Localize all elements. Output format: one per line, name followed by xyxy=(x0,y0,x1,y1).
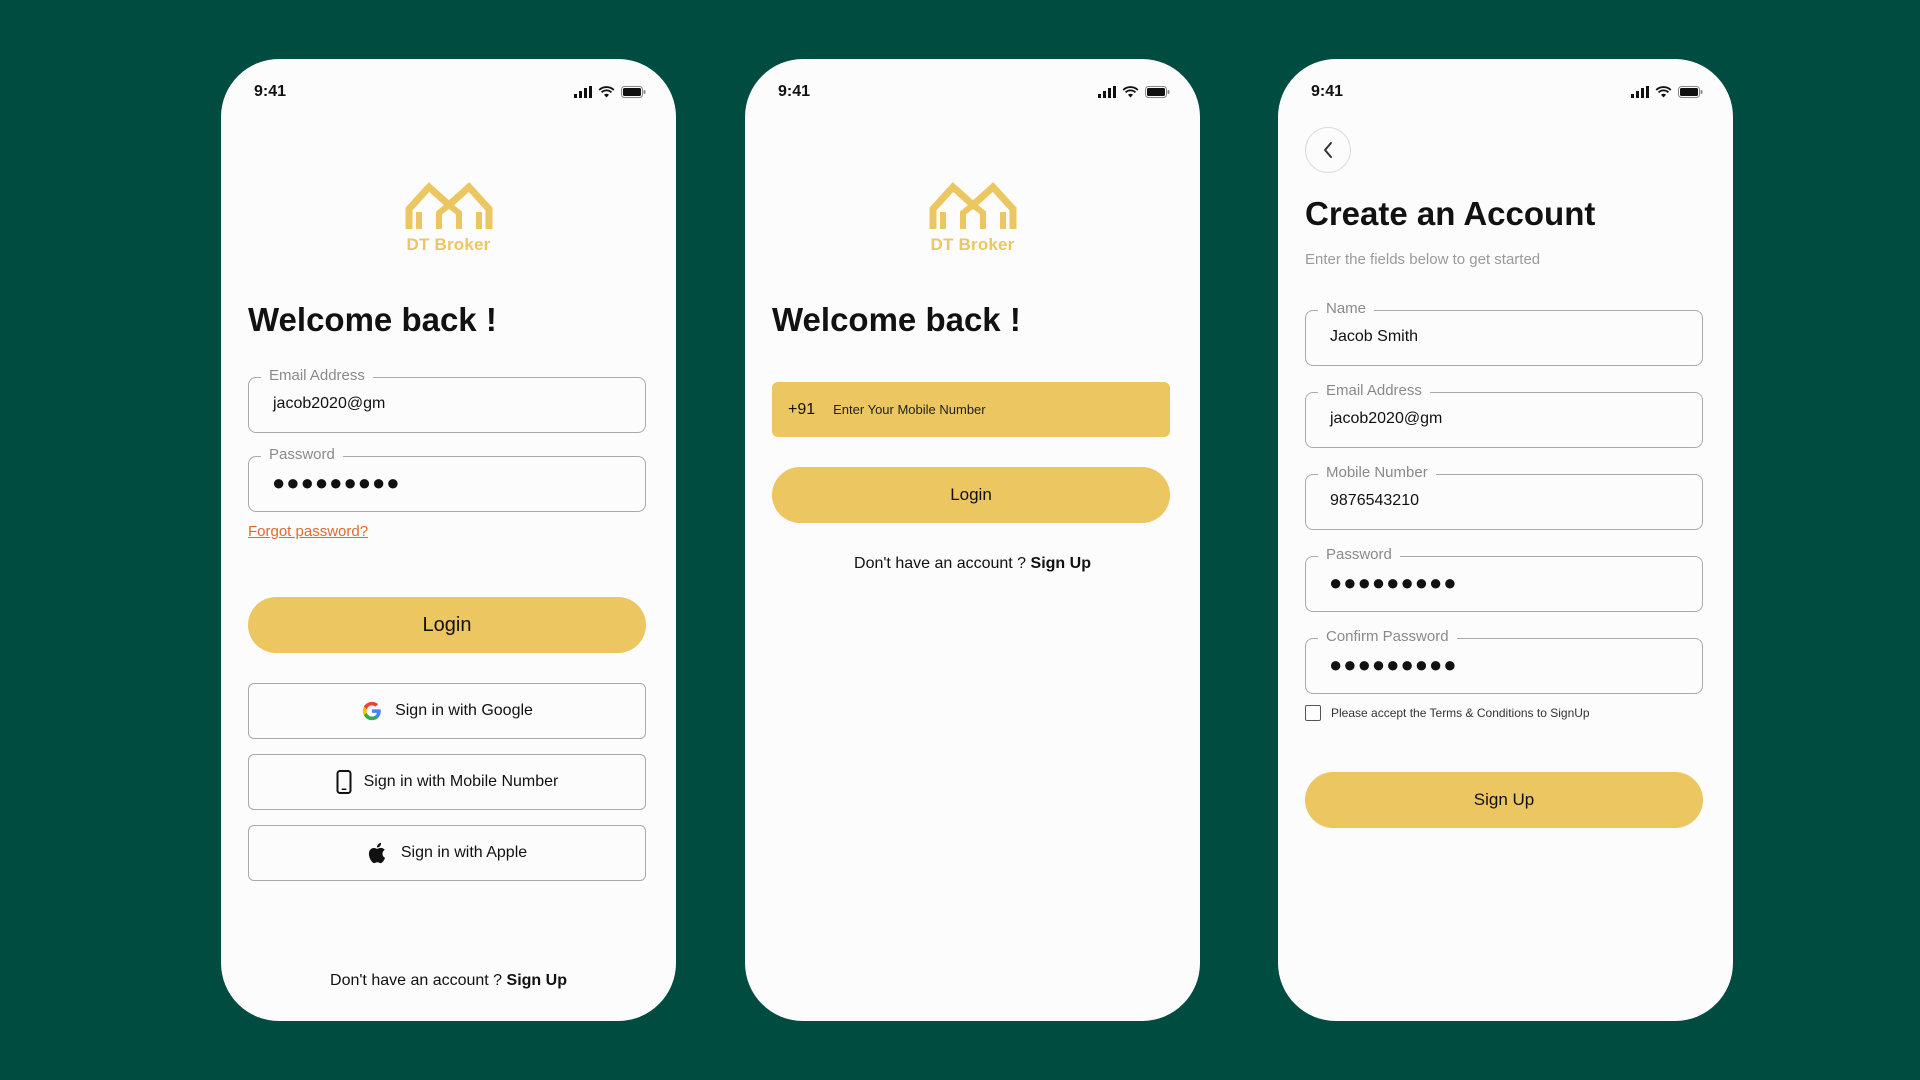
confirm-password-value: ●●●●●●●●● xyxy=(1329,652,1458,677)
confirm-password-field[interactable]: Confirm Password ●●●●●●●●● xyxy=(1305,628,1703,694)
signup-screen: 9:41 Create an Account Enter the fields … xyxy=(1278,59,1733,1021)
status-bar: 9:41 xyxy=(254,81,646,103)
mobile-phone-icon xyxy=(336,770,352,794)
password-value: ●●●●●●●●● xyxy=(272,470,401,495)
email-label: Email Address xyxy=(261,367,373,384)
mobile-number-input[interactable]: +91 Enter Your Mobile Number xyxy=(772,382,1170,437)
login-button-label: Login xyxy=(422,613,472,636)
terms-row: Please accept the Terms & Conditions to … xyxy=(1305,705,1590,721)
mobile-number-value: 9876543210 xyxy=(1330,492,1419,509)
battery-icon xyxy=(621,86,646,98)
login-screen: 9:41 DT Broker Welcome back ! Email Addr… xyxy=(221,59,676,1021)
password-value: ●●●●●●●●● xyxy=(1329,570,1458,595)
status-time: 9:41 xyxy=(254,83,287,100)
signup-button[interactable]: Sign Up xyxy=(1305,772,1703,828)
name-value: Jacob Smith xyxy=(1330,328,1419,345)
google-icon xyxy=(362,701,381,721)
brand-logo: DT Broker xyxy=(221,179,676,255)
signal-icon xyxy=(574,86,592,98)
battery-icon xyxy=(1145,86,1170,98)
apple-icon xyxy=(368,842,385,864)
status-icons xyxy=(1098,86,1170,98)
page-title: Welcome back ! xyxy=(772,301,1021,338)
login-button[interactable]: Login xyxy=(772,467,1170,523)
status-time: 9:41 xyxy=(1311,83,1344,100)
mobile-signin-label: Sign in with Mobile Number xyxy=(363,773,559,790)
back-button[interactable] xyxy=(1305,127,1351,173)
chevron-left-icon xyxy=(1324,142,1332,158)
status-bar: 9:41 xyxy=(778,81,1170,103)
password-label: Password xyxy=(1318,546,1400,563)
wifi-icon xyxy=(598,86,615,98)
password-label: Password xyxy=(261,446,343,463)
confirm-password-label: Confirm Password xyxy=(1318,628,1457,645)
email-label: Email Address xyxy=(1318,382,1430,399)
status-icons xyxy=(1631,86,1703,98)
apple-signin-label: Sign in with Apple xyxy=(400,844,528,861)
terms-checkbox[interactable] xyxy=(1305,705,1321,721)
signup-prompt-text: Don't have an account ? xyxy=(854,555,1027,572)
page-title: Welcome back ! xyxy=(248,301,497,338)
page-title: Create an Account xyxy=(1305,195,1596,232)
mobile-number-label: Mobile Number xyxy=(1318,464,1436,481)
page-subtitle: Enter the fields below to get started xyxy=(1305,251,1541,268)
password-field[interactable]: Password ●●●●●●●●● xyxy=(248,446,646,512)
battery-icon xyxy=(1678,86,1703,98)
signal-icon xyxy=(1631,86,1649,98)
name-field[interactable]: Name Jacob Smith xyxy=(1305,300,1703,366)
login-button-label: Login xyxy=(950,485,992,504)
email-field[interactable]: Email Address jacob2020@gm xyxy=(248,367,646,433)
email-field[interactable]: Email Address jacob2020@gm xyxy=(1305,382,1703,448)
google-signin-label: Sign in with Google xyxy=(395,702,533,719)
signup-link[interactable]: Sign Up xyxy=(1031,555,1091,572)
house-logo-icon xyxy=(929,182,1016,229)
forgot-password-link[interactable]: Forgot password? xyxy=(248,523,368,540)
mobile-number-field[interactable]: Mobile Number 9876543210 xyxy=(1305,464,1703,530)
wifi-icon xyxy=(1122,86,1139,98)
signup-button-label: Sign Up xyxy=(1473,790,1535,809)
name-label: Name xyxy=(1318,300,1375,317)
country-code[interactable]: +91 xyxy=(788,401,815,419)
signup-prompt-text: Don't have an account ? xyxy=(330,972,503,989)
google-signin-button[interactable]: Sign in with Google xyxy=(248,683,646,739)
signup-prompt: Don't have an account ? Sign Up xyxy=(745,555,1200,573)
terms-text: Please accept the Terms & Conditions to … xyxy=(1331,706,1590,720)
email-value: jacob2020@gm xyxy=(273,395,386,412)
mobile-login-screen: 9:41 DT Broker Welcome back ! +91 Enter … xyxy=(745,59,1200,1021)
status-time: 9:41 xyxy=(778,83,811,100)
mobile-signin-button[interactable]: Sign in with Mobile Number xyxy=(248,754,646,810)
signup-prompt: Don't have an account ? Sign Up xyxy=(221,972,676,990)
status-bar: 9:41 xyxy=(1311,81,1703,103)
brand-name: DT Broker xyxy=(930,235,1015,254)
login-button[interactable]: Login xyxy=(248,597,646,653)
mobile-number-placeholder: Enter Your Mobile Number xyxy=(833,402,986,417)
email-value: jacob2020@gm xyxy=(1330,410,1443,427)
brand-logo: DT Broker xyxy=(745,179,1200,255)
wifi-icon xyxy=(1655,86,1672,98)
signup-link[interactable]: Sign Up xyxy=(507,972,567,989)
signal-icon xyxy=(1098,86,1116,98)
house-logo-icon xyxy=(405,182,492,229)
status-icons xyxy=(574,86,646,98)
password-field[interactable]: Password ●●●●●●●●● xyxy=(1305,546,1703,612)
apple-signin-button[interactable]: Sign in with Apple xyxy=(248,825,646,881)
brand-name: DT Broker xyxy=(406,235,491,254)
